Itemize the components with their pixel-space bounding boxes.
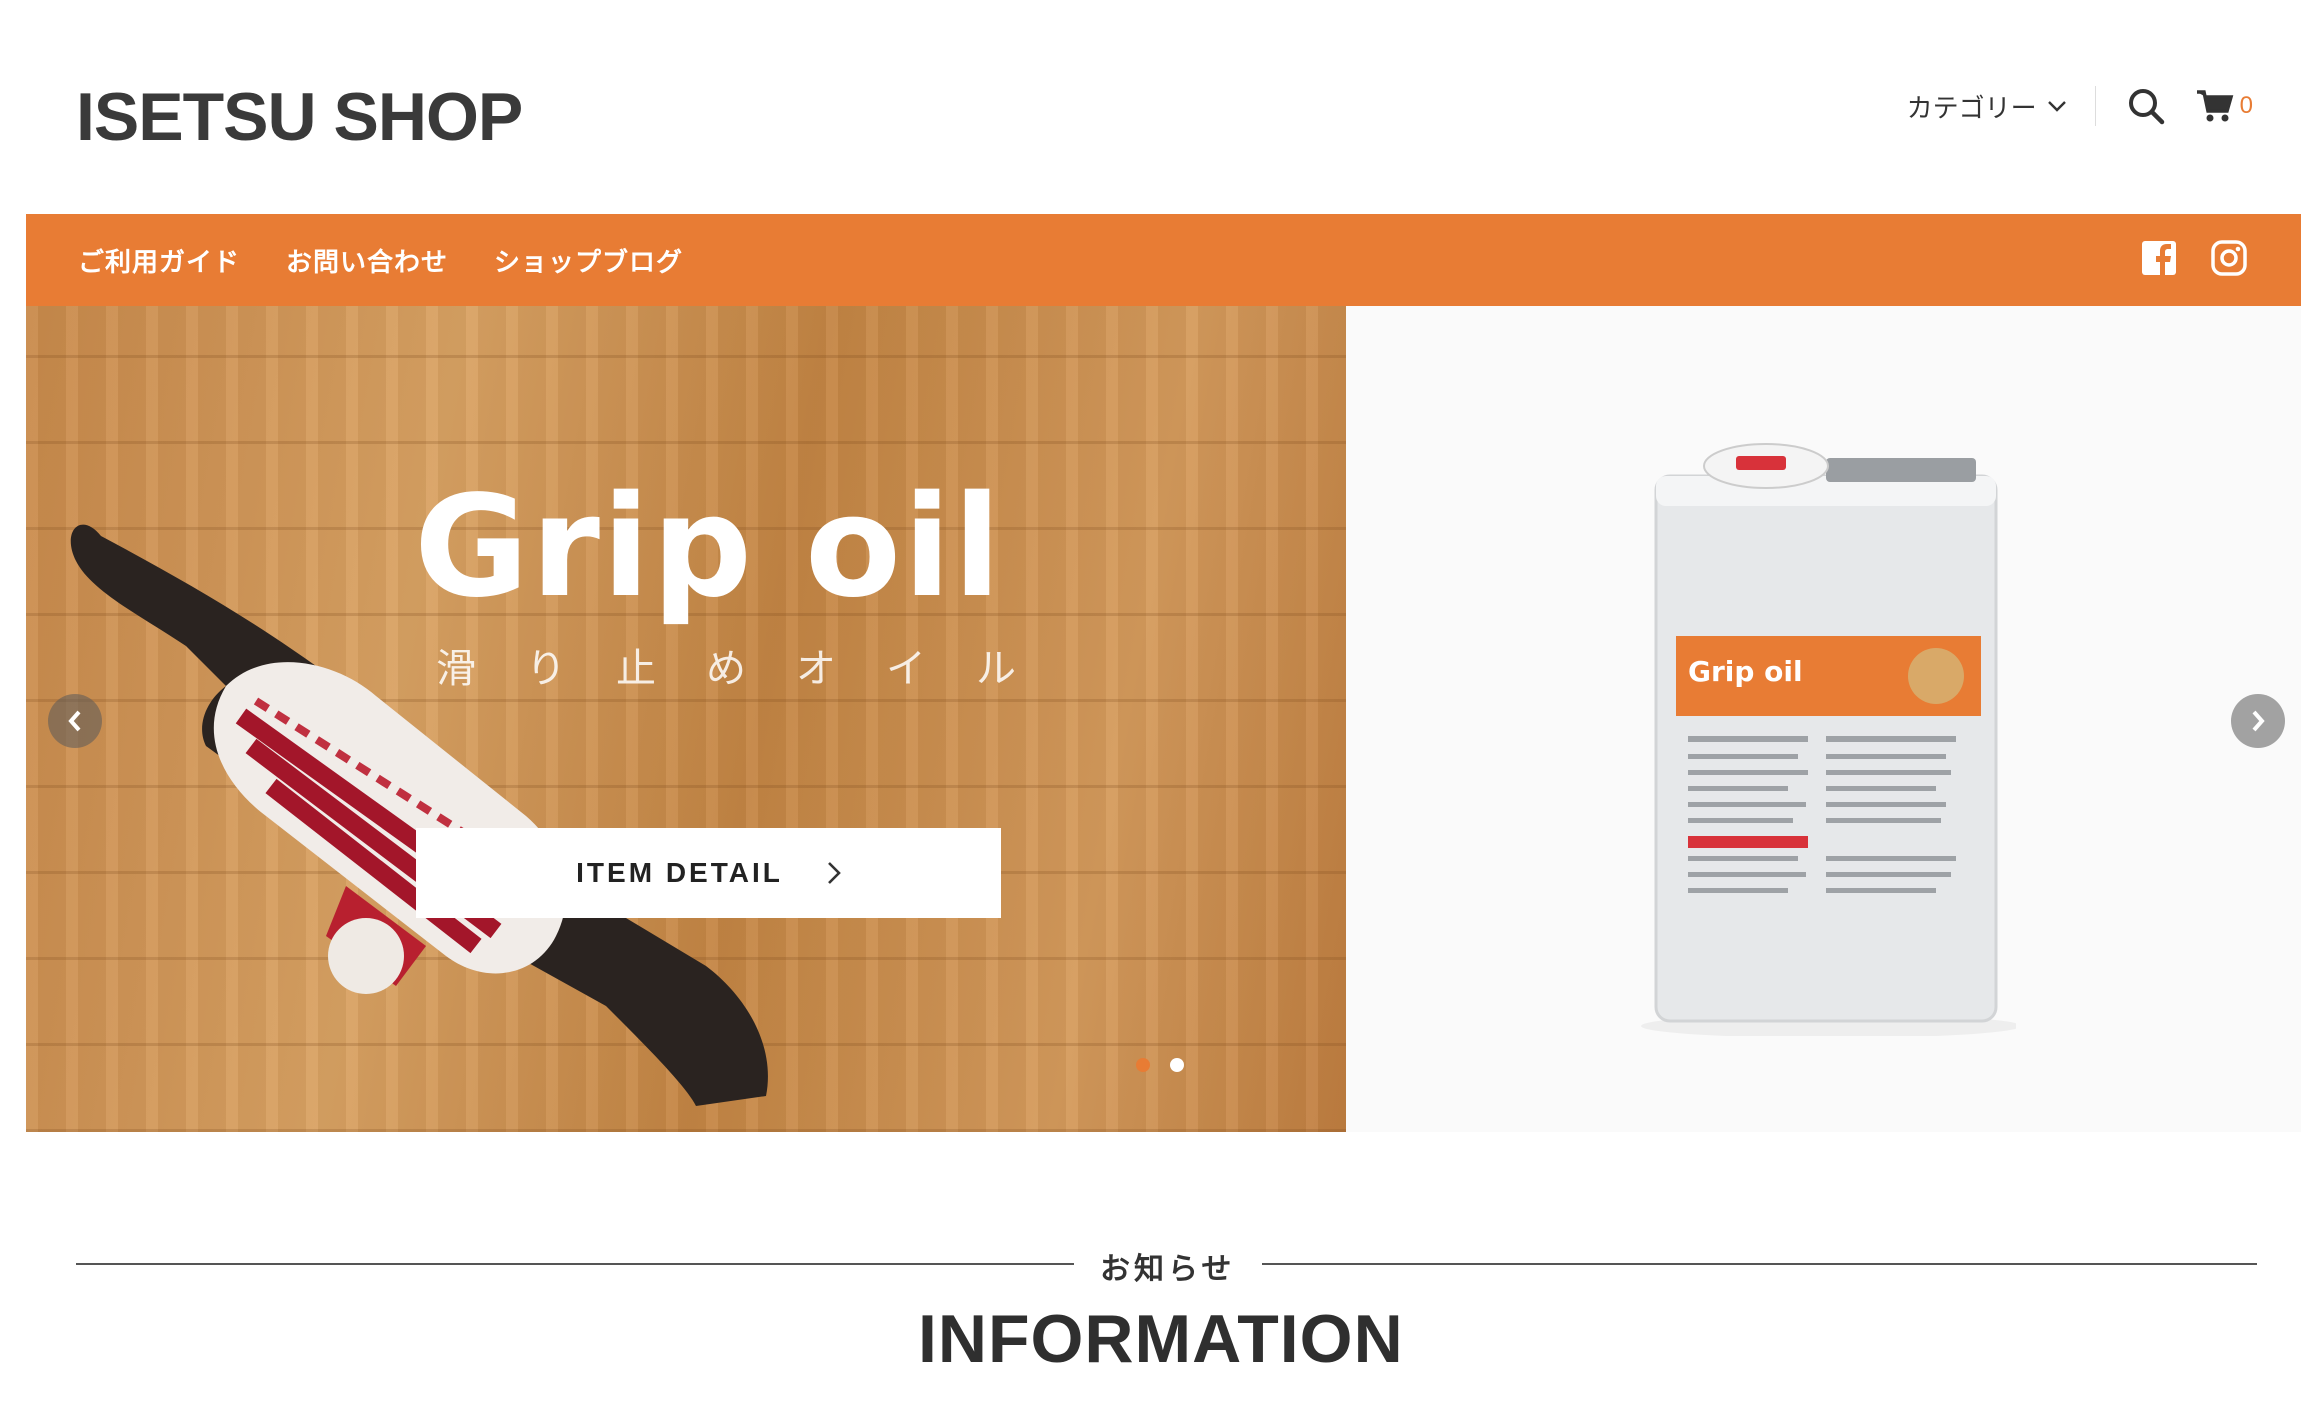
- instagram-icon[interactable]: [2209, 238, 2249, 278]
- can-label: Grip oil: [1688, 655, 1803, 688]
- nav-links: ご利用ガイド お問い合わせ ショップブログ: [78, 242, 729, 279]
- facebook-icon[interactable]: [2139, 238, 2179, 278]
- slider-dots: [1136, 1058, 1204, 1072]
- cart-count: 0: [2239, 92, 2253, 119]
- info-heading-jp: お知らせ: [1100, 1253, 1236, 1286]
- hero-slide-active: Grip oil 滑り止めオイル ITEM DETAIL: [26, 306, 1346, 1132]
- item-detail-button[interactable]: ITEM DETAIL: [416, 828, 1001, 918]
- hero-slide-next: Grip oil: [1346, 306, 2301, 1132]
- slide-subtitle: 滑り止めオイル: [436, 647, 1066, 691]
- heading-rule-left: [76, 1263, 1074, 1265]
- chevron-right-icon: [827, 862, 841, 884]
- header-actions: カテゴリー 0: [1907, 86, 2253, 126]
- search-icon[interactable]: [2126, 86, 2166, 126]
- slider-dot[interactable]: [1170, 1058, 1184, 1072]
- slider-prev-button[interactable]: [48, 694, 102, 748]
- arrow-right-icon: [2252, 710, 2265, 732]
- nav-link-contact[interactable]: お問い合わせ: [286, 242, 448, 279]
- cart-button[interactable]: 0: [2196, 89, 2253, 123]
- grip-oil-can-image: Grip oil: [1641, 443, 2016, 1036]
- info-heading-en: INFORMATION: [918, 1301, 1404, 1377]
- slide-title: Grip oil: [414, 466, 1004, 629]
- category-label: カテゴリー: [1906, 92, 2037, 123]
- nav-link-guide[interactable]: ご利用ガイド: [78, 242, 240, 279]
- divider: [2094, 86, 2096, 126]
- cart-icon: [2196, 90, 2233, 122]
- slider-dot[interactable]: [1136, 1058, 1150, 1072]
- social-links: [2109, 238, 2249, 278]
- chevron-down-icon: [2047, 101, 2066, 112]
- item-detail-label: ITEM DETAIL: [576, 857, 783, 888]
- slider-next-button[interactable]: [2231, 694, 2285, 748]
- site-logo[interactable]: ISETSU SHOP: [76, 78, 523, 156]
- nav-link-blog[interactable]: ショップブログ: [494, 242, 683, 279]
- hero-slider: Grip oil 滑り止めオイル ITEM DETAIL Grip oil: [26, 306, 2301, 1132]
- site-header: ISETSU SHOP カテゴリー 0: [0, 0, 2301, 214]
- heading-rule-right: [1262, 1263, 2257, 1265]
- category-menu[interactable]: カテゴリー: [1907, 88, 2067, 125]
- arrow-left-icon: [68, 710, 81, 732]
- nav-bar: ご利用ガイド お問い合わせ ショップブログ: [26, 214, 2301, 306]
